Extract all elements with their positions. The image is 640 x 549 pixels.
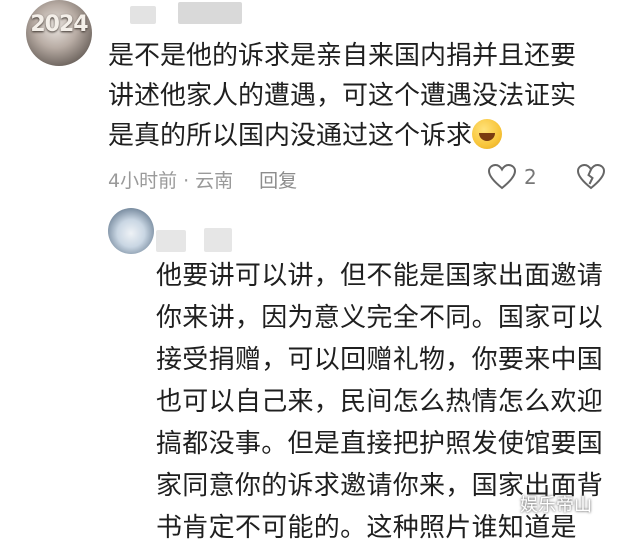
main-comment-text: 是不是他的诉求是亲自来国内捐并且还要 讲述他家人的遭遇，可这个遭遇没法证实 是真… — [108, 36, 628, 156]
reply-username-blurred-2 — [204, 228, 232, 252]
main-comment-avatar[interactable]: 2024 — [26, 0, 92, 66]
reply-line: 他要讲可以讲，但不能是国家出面邀请 — [156, 261, 604, 291]
comment-location: 云南 — [195, 170, 234, 192]
main-comment-meta: 4小时前 · 云南 回复 — [108, 166, 297, 193]
avatar-year-label: 2024 — [30, 12, 88, 37]
reply-line: 你来讲，因为意义完全不同。国家可以 — [156, 303, 604, 333]
reply-line: 接受捐赠，可以回赠礼物，你要来中国 — [156, 345, 604, 375]
meta-separator: · — [183, 170, 190, 192]
like-count: 2 — [524, 165, 537, 189]
heart-icon — [488, 164, 516, 190]
main-comment-line: 是不是他的诉求是亲自来国内捐并且还要 — [108, 41, 577, 71]
reply-button[interactable]: 回复 — [259, 170, 297, 192]
watermark-text: 娱乐帝山 — [520, 495, 592, 516]
main-comment-username-blurred[interactable] — [130, 6, 156, 24]
reply-line: 搞都没事。但是直接把护照发使馆要国 — [156, 429, 604, 459]
laugh-cry-emoji-icon — [472, 119, 503, 149]
reply-comment-avatar[interactable] — [108, 208, 154, 254]
main-comment-line-text: 是真的所以国内没通过这个诉求 — [108, 121, 473, 151]
main-comment-line: 是真的所以国内没通过这个诉求 — [108, 116, 628, 156]
like-button[interactable]: 2 — [488, 164, 537, 190]
main-comment-line: 讲述他家人的遭遇，可这个遭遇没法证实 — [108, 81, 577, 111]
broken-heart-icon — [576, 163, 606, 190]
reply-line: 也可以自己来，民间怎么热情怎么欢迎 — [156, 387, 604, 417]
dislike-button[interactable] — [576, 163, 606, 194]
comment-time: 4小时前 — [108, 170, 178, 192]
main-comment-username-blurred-2 — [178, 2, 242, 24]
reply-username-blurred[interactable] — [156, 230, 186, 252]
